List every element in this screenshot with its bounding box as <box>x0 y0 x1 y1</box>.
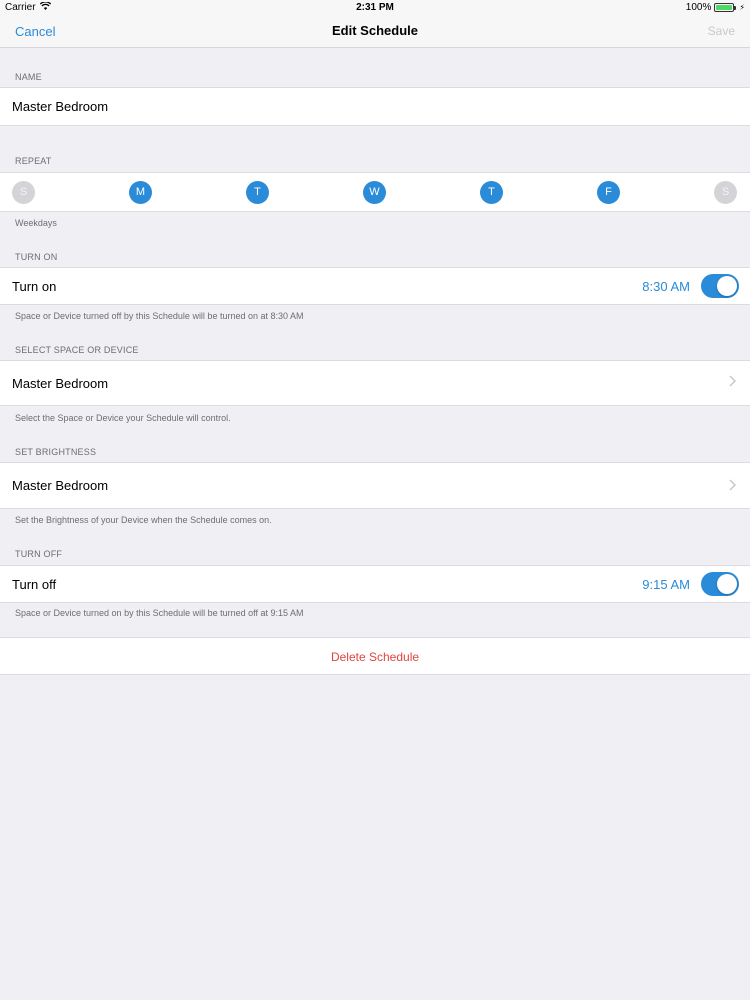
status-bar: Carrier 2:31 PM 100% ⚡ <box>0 0 750 16</box>
space-footer: Select the Space or Device your Schedule… <box>15 413 231 423</box>
turn-off-cell[interactable]: Turn off 9:15 AM <box>0 565 750 603</box>
save-button[interactable]: Save <box>708 24 735 38</box>
turn-on-footer: Space or Device turned off by this Sched… <box>15 311 304 321</box>
space-section-header: SELECT SPACE OR DEVICE <box>15 345 139 355</box>
repeat-days-row: SMTWTFS <box>0 172 750 212</box>
turn-on-time[interactable]: 8:30 AM <box>642 279 690 294</box>
turn-on-section-header: TURN ON <box>15 252 58 262</box>
chevron-right-icon <box>729 374 737 390</box>
toggle-knob <box>717 276 737 296</box>
navigation-bar: Cancel Edit Schedule Save <box>0 16 750 48</box>
status-time: 2:31 PM <box>356 2 394 13</box>
day-toggle[interactable]: W <box>363 181 386 204</box>
brightness-section-header: SET BRIGHTNESS <box>15 447 97 457</box>
delete-schedule-button[interactable]: Delete Schedule <box>0 650 750 664</box>
turn-off-footer: Space or Device turned on by this Schedu… <box>15 608 304 618</box>
day-toggle[interactable]: T <box>480 181 503 204</box>
turn-off-section-header: TURN OFF <box>15 549 63 559</box>
name-value[interactable]: Master Bedroom <box>12 99 108 114</box>
turn-on-label: Turn on <box>12 279 57 294</box>
name-section-header: NAME <box>15 72 42 82</box>
turn-off-label: Turn off <box>12 577 57 592</box>
repeat-section-header: REPEAT <box>15 156 52 166</box>
day-toggle[interactable]: S <box>12 181 35 204</box>
space-cell[interactable]: Master Bedroom <box>0 360 750 406</box>
turn-off-time[interactable]: 9:15 AM <box>642 577 690 592</box>
brightness-footer: Set the Brightness of your Device when t… <box>15 515 272 525</box>
delete-cell[interactable]: Delete Schedule <box>0 637 750 675</box>
name-cell[interactable]: Master Bedroom <box>0 87 750 126</box>
brightness-value: Master Bedroom <box>12 478 109 493</box>
battery-percent: 100% <box>685 2 712 13</box>
day-toggle[interactable]: M <box>129 181 152 204</box>
toggle-knob <box>717 574 737 594</box>
day-toggle[interactable]: F <box>597 181 620 204</box>
chevron-right-icon <box>729 478 737 494</box>
turn-off-toggle[interactable] <box>701 572 739 596</box>
space-value: Master Bedroom <box>12 376 109 391</box>
turn-on-cell[interactable]: Turn on 8:30 AM <box>0 267 750 305</box>
battery-icon <box>714 3 737 12</box>
day-toggle[interactable]: S <box>714 181 737 204</box>
charging-bolt-icon: ⚡ <box>739 3 745 12</box>
repeat-footer: Weekdays <box>15 218 57 228</box>
page-title: Edit Schedule <box>332 23 418 38</box>
turn-on-toggle[interactable] <box>701 274 739 298</box>
brightness-cell[interactable]: Master Bedroom <box>0 462 750 509</box>
day-toggle[interactable]: T <box>246 181 269 204</box>
status-right: 100% ⚡ <box>686 2 745 13</box>
